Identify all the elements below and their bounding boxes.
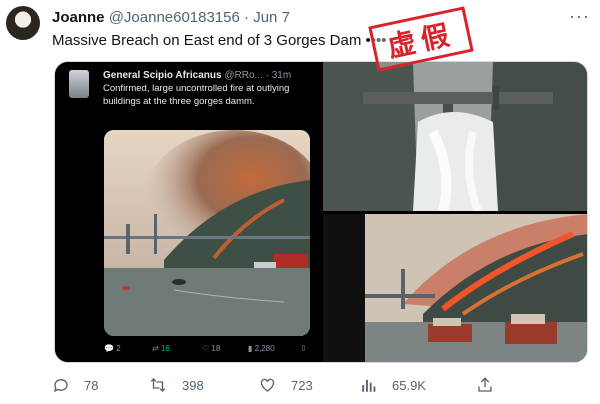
quoted-reply-stat: 💬 2 xyxy=(104,344,121,353)
quoted-retweet-stat: ⇄ 16 xyxy=(152,344,170,353)
quoted-like-stat: ♡ 18 xyxy=(202,344,221,353)
quoted-like-count: 18 xyxy=(211,344,221,353)
reply-count: 78 xyxy=(84,377,99,393)
views-icon xyxy=(362,379,376,392)
like-button[interactable]: 723 xyxy=(258,372,313,398)
separator-dot: · xyxy=(244,9,250,26)
more-icon[interactable]: ··· xyxy=(569,6,590,27)
quoted-view-count: 2,280 xyxy=(254,344,275,353)
quoted-share-icon: ⇧ xyxy=(300,344,307,353)
share-icon xyxy=(478,377,492,392)
quoted-author-name: General Scipio Africanus xyxy=(103,70,222,81)
media-image-fire-boats[interactable] xyxy=(323,214,587,362)
heart-icon xyxy=(260,378,275,392)
view-count: 65.9K xyxy=(392,377,426,393)
quoted-tweet-header: General Scipio Africanus @RRo... · 31m xyxy=(103,70,291,81)
quoted-photo-fire-bridge xyxy=(104,130,310,336)
media-image-quoted-tweet[interactable]: General Scipio Africanus @RRo... · 31m C… xyxy=(55,62,320,362)
author-handle[interactable]: @Joanne60183156 xyxy=(109,9,240,26)
quoted-time: 31m xyxy=(271,70,292,81)
quoted-tweet-text: Confirmed, large uncontrolled fire at ou… xyxy=(103,83,290,107)
views-button[interactable]: 65.9K xyxy=(360,372,426,398)
retweet-icon xyxy=(150,378,166,392)
like-count: 723 xyxy=(291,377,313,393)
quoted-retweet-count: 16 xyxy=(160,344,170,353)
quoted-author-avatar xyxy=(69,70,89,98)
quoted-view-stat: ▮ 2,280 xyxy=(248,344,275,353)
author-avatar[interactable] xyxy=(6,6,40,40)
tweet-date[interactable]: Jun 7 xyxy=(253,9,290,26)
media-image-dam-breach[interactable] xyxy=(323,62,587,211)
tweet-actions: 78 398 723 65.9K xyxy=(52,372,592,398)
quoted-reply-count: 2 xyxy=(116,344,121,353)
quoted-separator: · xyxy=(265,70,269,81)
tweet-header: Joanne @Joanne60183156 · Jun 7 xyxy=(52,9,290,26)
reply-icon xyxy=(53,379,68,393)
reply-button[interactable]: 78 xyxy=(52,372,98,398)
quoted-author-handle: @RRo... xyxy=(224,70,263,81)
author-name[interactable]: Joanne xyxy=(52,9,105,26)
retweet-button[interactable]: 398 xyxy=(148,372,204,398)
share-button[interactable] xyxy=(476,372,508,398)
tweet-text: Massive Breach on East end of 3 Gorges D… xyxy=(52,32,387,49)
retweet-count: 398 xyxy=(182,377,204,393)
media-grid[interactable]: General Scipio Africanus @RRo... · 31m C… xyxy=(54,61,588,363)
